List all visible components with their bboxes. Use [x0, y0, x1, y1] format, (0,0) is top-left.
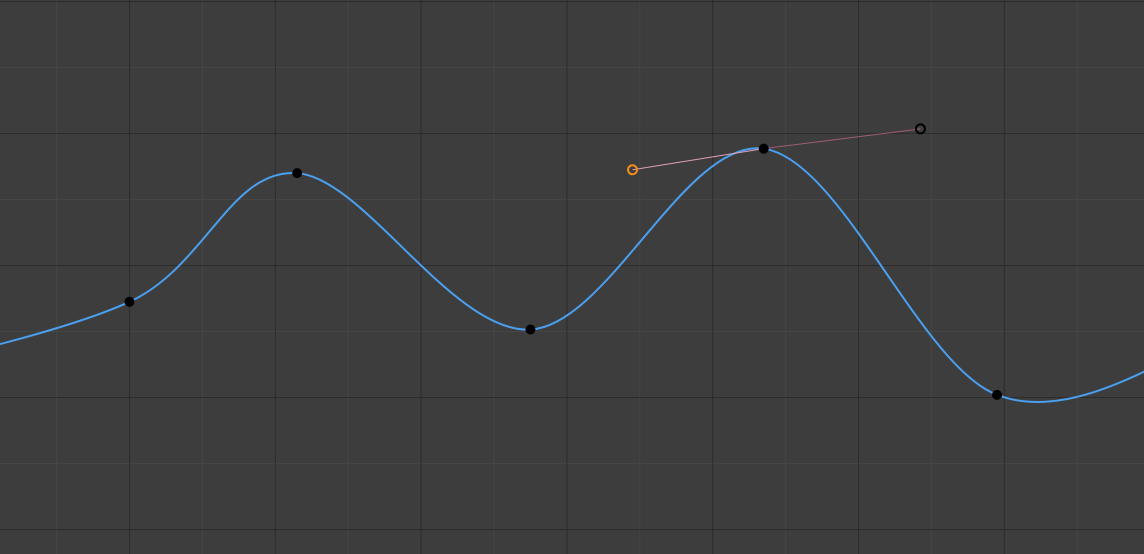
grid-major-lines	[0, 0, 1144, 554]
graph-canvas[interactable]	[0, 0, 1144, 554]
keyframe-point[interactable]	[758, 143, 769, 154]
keyframe-point[interactable]	[292, 168, 303, 179]
selected-keyframe-handles[interactable]	[627, 123, 926, 176]
graph-editor-area[interactable]	[0, 0, 1144, 554]
keyframe-points[interactable]	[124, 143, 1003, 400]
fcurve-line[interactable]	[0, 94, 1144, 456]
grid-minor-lines	[0, 0, 1144, 554]
keyframe-point[interactable]	[525, 324, 536, 335]
handle-line-left	[632, 148, 764, 171]
keyframe-point[interactable]	[124, 296, 135, 307]
keyframe-point[interactable]	[992, 389, 1003, 400]
handle-line-right	[763, 128, 921, 150]
